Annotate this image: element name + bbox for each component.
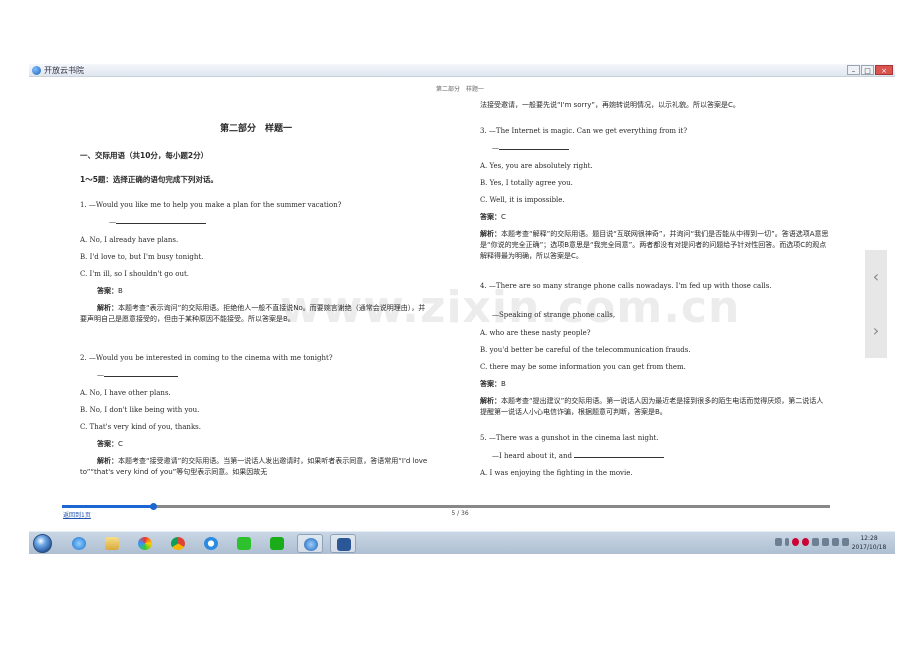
q2-answer: 答案：C	[97, 440, 123, 448]
q3-option-b: B. Yes, I totally agree you.	[480, 179, 573, 187]
qq-icon-2[interactable]	[802, 538, 809, 546]
clock-tray-icon[interactable]	[812, 538, 819, 546]
close-button[interactable]: ×	[875, 65, 893, 75]
page-nav-panel: ‹ ›	[865, 250, 887, 358]
instruction: 1～5题：选择正确的语句完成下列对话。	[80, 175, 218, 184]
q2-option-a: A. No, I have other plans.	[80, 389, 171, 397]
q2-explanation: 解析：本题考查“接受邀请”的交际用语。当第一说话人发出邀请时，如果听者表示同意，…	[80, 457, 428, 476]
q1-option-b: B. I'd love to, but I'm busy tonight.	[80, 253, 204, 261]
q2-option-b: B. No, I don't like being with you.	[80, 406, 200, 414]
minimize-button[interactable]: –	[847, 65, 860, 75]
app-logo-icon	[32, 66, 41, 75]
q4-answer: 答案：B	[480, 380, 506, 388]
word-icon[interactable]	[330, 534, 356, 553]
file-explorer-icon[interactable]	[99, 534, 125, 553]
chrome-icon[interactable]	[165, 534, 191, 553]
q2-option-c: C. That's very kind of you, thanks.	[80, 423, 201, 431]
volume-icon[interactable]	[842, 538, 849, 546]
q1-option-a: A. No, I already have plans.	[80, 236, 179, 244]
q3-answer: 答案：C	[480, 213, 506, 221]
network-icon[interactable]	[832, 538, 839, 546]
q4-explanation: 解析：本题考查“提出建议”的交际用语。第一说话人因为最近老是接到很多的陌生电话而…	[480, 397, 824, 416]
q3-explanation: 解析：本题考查“解释”的交际用语。题目说“互联网很神奇”，并询问“我们是否能从中…	[480, 230, 829, 260]
page-number: 5 / 36	[451, 510, 469, 517]
progress-handle[interactable]	[149, 503, 157, 510]
q1-answer: 答案：B	[97, 287, 123, 295]
next-page-button[interactable]: ›	[865, 304, 887, 358]
q3-option-c: C. Well, it is impossible.	[480, 196, 565, 204]
dot-icon[interactable]	[785, 538, 789, 546]
qq-icon[interactable]	[792, 538, 799, 546]
window-title: 开放云书院	[44, 66, 84, 75]
qq-browser-icon[interactable]	[198, 534, 224, 553]
chevron-right-icon: ›	[872, 321, 880, 340]
system-clock[interactable]: 12:28 2017/10/18	[849, 534, 889, 552]
previous-page-button[interactable]: ‹	[865, 250, 887, 304]
start-orb-icon[interactable]	[33, 534, 52, 553]
ie-browser-icon[interactable]	[66, 534, 92, 553]
clock-date: 2017/10/18	[851, 544, 887, 551]
open-reader-icon[interactable]	[297, 534, 323, 553]
maximize-button[interactable]: □	[861, 65, 874, 75]
window-controls: – □ ×	[847, 65, 893, 75]
system-tray	[775, 538, 849, 546]
section-title: 第二部分 样题一	[219, 124, 292, 134]
wechat-icon[interactable]	[264, 534, 290, 553]
media-player-icon[interactable]	[132, 534, 158, 553]
q4-stem: 4. —There are so many strange phone call…	[480, 282, 772, 290]
keyboard-icon[interactable]	[775, 538, 782, 546]
flag-icon[interactable]	[822, 538, 829, 546]
q2-explanation-continued: 法接受邀请，一般要先说“I'm sorry”，再婉转说明情况，以示礼貌。所以答案…	[480, 101, 740, 109]
q4-option-c: C. there may be some information you can…	[480, 363, 686, 371]
taskbar: 12:28 2017/10/18	[29, 531, 895, 554]
q3-stem: 3. —The Internet is magic. Can we get ev…	[480, 127, 688, 135]
iqiyi-icon[interactable]	[231, 534, 257, 553]
q1-answer-blank: —	[109, 217, 206, 227]
q5-option-a: A. I was enjoying the fighting in the mo…	[480, 469, 633, 477]
q1-option-c: C. I'm ill, so I shouldn't go out.	[80, 270, 189, 278]
q4-option-b: B. you'd better be careful of the teleco…	[480, 346, 691, 354]
q2-stem: 2. —Would you be interested in coming to…	[80, 354, 333, 362]
reading-progress-bar[interactable]	[62, 503, 830, 510]
clock-time: 12:28	[860, 535, 878, 542]
q4-option-a: A. who are these nasty people?	[480, 329, 591, 337]
q3-option-a: A. Yes, you are absolutely right.	[480, 162, 593, 170]
progress-fill	[62, 505, 153, 508]
q5-stem: 5. —There was a gunshot in the cinema la…	[480, 434, 659, 442]
q4-reply: —Speaking of strange phone calls,	[492, 311, 616, 319]
q1-explanation: 解析：本题考查“表示询问”的交际用语。拒绝他人一般不直接说No。而要婉言谢绝（通…	[80, 304, 426, 323]
q3-answer-blank: —	[492, 143, 569, 153]
q1-stem: 1. —Would you like me to help you make a…	[80, 201, 342, 209]
running-head: 第二部分 样题一	[435, 86, 484, 93]
chevron-left-icon: ‹	[872, 267, 880, 286]
window-title-bar: 开放云书院 – □ ×	[29, 64, 895, 77]
q5-reply: —I heard about it, and	[492, 451, 665, 461]
part-heading: 一、交际用语（共10分，每小题2分）	[80, 151, 209, 160]
q2-answer-blank: —	[97, 370, 178, 380]
